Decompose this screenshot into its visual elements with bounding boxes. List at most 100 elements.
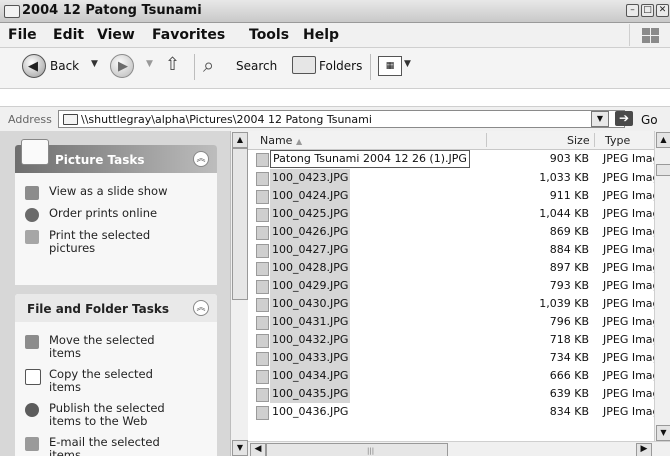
file-name[interactable]: 100_0436.JPG [270, 403, 350, 421]
file-name[interactable]: 100_0434.JPG [270, 367, 351, 385]
file-name[interactable]: 100_0431.JPG [270, 313, 351, 331]
scroll-down-icon[interactable]: ▼ [656, 425, 670, 441]
file-type: JPEG Imag [603, 171, 660, 184]
file-row[interactable]: 100_0430.JPG 1,039 KB JPEG Imag [248, 295, 670, 313]
file-name[interactable]: 100_0429.JPG [270, 277, 351, 295]
task-publish[interactable]: Publish the selected items to the Web [25, 402, 215, 430]
column-divider[interactable] [486, 133, 487, 147]
menu-tools[interactable]: Tools [249, 27, 289, 43]
address-path[interactable]: \\shuttlegray\alpha\Pictures\2004 12 Pat… [81, 113, 372, 126]
file-row[interactable]: 100_0423.JPG 1,033 KB JPEG Imag [248, 169, 670, 187]
file-list-vertical-scrollbar[interactable]: ▲ ▼ [654, 131, 670, 442]
go-arrow-icon[interactable]: ➔ [615, 111, 633, 126]
file-row[interactable]: 100_0436.JPG 834 KB JPEG Imag [248, 403, 670, 421]
collapse-icon[interactable]: ︽ [193, 151, 209, 167]
search-icon[interactable]: ⌕ [203, 53, 214, 77]
column-type[interactable]: Type [605, 134, 630, 147]
file-name[interactable]: 100_0433.JPG [270, 349, 351, 367]
address-dropdown-button[interactable]: ▼ [591, 111, 609, 127]
menu-view[interactable]: View [97, 27, 135, 43]
file-row[interactable]: 100_0425.JPG 1,044 KB JPEG Imag [248, 205, 670, 223]
file-name[interactable]: 100_0423.JPG [270, 169, 351, 187]
jpeg-file-icon [256, 208, 269, 222]
file-row[interactable]: 100_0431.JPG 796 KB JPEG Imag [248, 313, 670, 331]
file-size: 1,039 KB [539, 297, 589, 310]
up-folder-icon[interactable]: ⇧ [165, 54, 180, 75]
back-button[interactable]: Back [50, 59, 79, 73]
file-row[interactable]: 100_0435.JPG 639 KB JPEG Imag [248, 385, 670, 403]
picture-tasks-panel: Picture Tasks ︽ View as a slide show Ord… [15, 139, 217, 285]
task-email[interactable]: E-mail the selected items [25, 436, 215, 456]
jpeg-file-icon [256, 370, 269, 384]
file-row[interactable]: Patong Tsunami 2004 12 26 (1).JPG 903 KB… [248, 150, 670, 168]
scroll-down-icon[interactable]: ▼ [232, 440, 248, 456]
column-divider[interactable] [594, 133, 595, 147]
file-folder-tasks-panel: File and Folder Tasks ︽ Move the selecte… [15, 294, 217, 456]
move-icon [25, 335, 39, 349]
task-copy[interactable]: Copy the selected items [25, 368, 215, 396]
file-name[interactable]: 100_0430.JPG [270, 295, 351, 313]
scroll-thumb[interactable] [232, 148, 248, 300]
views-icon[interactable]: ▦ [378, 56, 402, 76]
scroll-up-icon[interactable]: ▲ [232, 132, 248, 148]
rename-input[interactable]: Patong Tsunami 2004 12 26 (1).JPG [270, 150, 470, 168]
file-row[interactable]: 100_0429.JPG 793 KB JPEG Imag [248, 277, 670, 295]
file-list-horizontal-scrollbar[interactable]: ◀ ||| ▶ [248, 441, 670, 456]
file-row[interactable]: 100_0434.JPG 666 KB JPEG Imag [248, 367, 670, 385]
task-pane-scrollbar[interactable]: ▲ ▼ [230, 131, 249, 456]
file-name[interactable]: 100_0428.JPG [270, 259, 351, 277]
file-row[interactable]: 100_0427.JPG 884 KB JPEG Imag [248, 241, 670, 259]
explorer-window: 2004 12 Patong Tsunami – □ ✕ File Edit V… [0, 0, 670, 456]
column-name[interactable]: Name ▲ [260, 134, 302, 147]
address-bar: Address \\shuttlegray\alpha\Pictures\200… [0, 106, 670, 132]
picture-tasks-header[interactable]: Picture Tasks ︽ [15, 139, 217, 173]
file-name[interactable]: 100_0426.JPG [270, 223, 351, 241]
column-size[interactable]: Size [567, 134, 590, 147]
task-slide-show[interactable]: View as a slide show [25, 185, 215, 201]
file-size: 793 KB [549, 279, 589, 292]
menu-file[interactable]: File [8, 27, 37, 43]
jpeg-file-icon [256, 244, 269, 258]
task-print[interactable]: Print the selected pictures [25, 229, 215, 259]
views-dropdown-icon[interactable]: ▼ [404, 59, 411, 69]
go-button[interactable]: Go [641, 113, 658, 127]
folders-button[interactable]: Folders [319, 59, 362, 73]
file-row[interactable]: 100_0424.JPG 911 KB JPEG Imag [248, 187, 670, 205]
folders-icon[interactable] [292, 56, 316, 74]
address-label: Address [8, 113, 52, 126]
task-move[interactable]: Move the selected items [25, 334, 215, 362]
menu-help[interactable]: Help [303, 27, 339, 43]
address-input[interactable]: \\shuttlegray\alpha\Pictures\2004 12 Pat… [58, 110, 625, 128]
menu-edit[interactable]: Edit [53, 27, 84, 43]
scroll-right-icon[interactable]: ▶ [636, 443, 652, 456]
back-arrow-icon[interactable]: ◀ [22, 54, 46, 78]
menu-favorites[interactable]: Favorites [152, 27, 225, 43]
title-bar[interactable]: 2004 12 Patong Tsunami – □ ✕ [0, 0, 670, 23]
file-row[interactable]: 100_0428.JPG 897 KB JPEG Imag [248, 259, 670, 277]
task-order-prints[interactable]: Order prints online [25, 207, 215, 223]
search-button[interactable]: Search [236, 59, 277, 73]
file-name[interactable]: 100_0427.JPG [270, 241, 351, 259]
file-row[interactable]: 100_0426.JPG 869 KB JPEG Imag [248, 223, 670, 241]
maximize-button[interactable]: □ [641, 4, 654, 17]
minimize-button[interactable]: – [626, 4, 639, 17]
forward-dropdown-icon[interactable]: ▼ [146, 59, 153, 69]
file-name[interactable]: 100_0425.JPG [270, 205, 351, 223]
scroll-up-icon[interactable]: ▲ [656, 132, 670, 148]
file-type: JPEG Imag [603, 297, 660, 310]
scroll-left-icon[interactable]: ◀ [250, 443, 266, 456]
scroll-thumb[interactable] [656, 164, 670, 176]
collapse-icon[interactable]: ︽ [193, 300, 209, 316]
file-name[interactable]: 100_0424.JPG [270, 187, 351, 205]
scroll-thumb[interactable]: ||| [266, 443, 448, 456]
file-folder-tasks-header[interactable]: File and Folder Tasks ︽ [15, 294, 217, 322]
forward-arrow-icon[interactable]: ▶ [110, 54, 134, 78]
file-row[interactable]: 100_0432.JPG 718 KB JPEG Imag [248, 331, 670, 349]
file-name[interactable]: 100_0435.JPG [270, 385, 351, 403]
file-row[interactable]: 100_0433.JPG 734 KB JPEG Imag [248, 349, 670, 367]
close-button[interactable]: ✕ [656, 4, 669, 17]
file-name[interactable]: 100_0432.JPG [270, 331, 351, 349]
back-dropdown-icon[interactable]: ▼ [91, 59, 98, 69]
jpeg-file-icon [256, 172, 269, 186]
file-list: Name ▲ Size Type Patong Tsunami 2004 12 … [248, 131, 670, 441]
